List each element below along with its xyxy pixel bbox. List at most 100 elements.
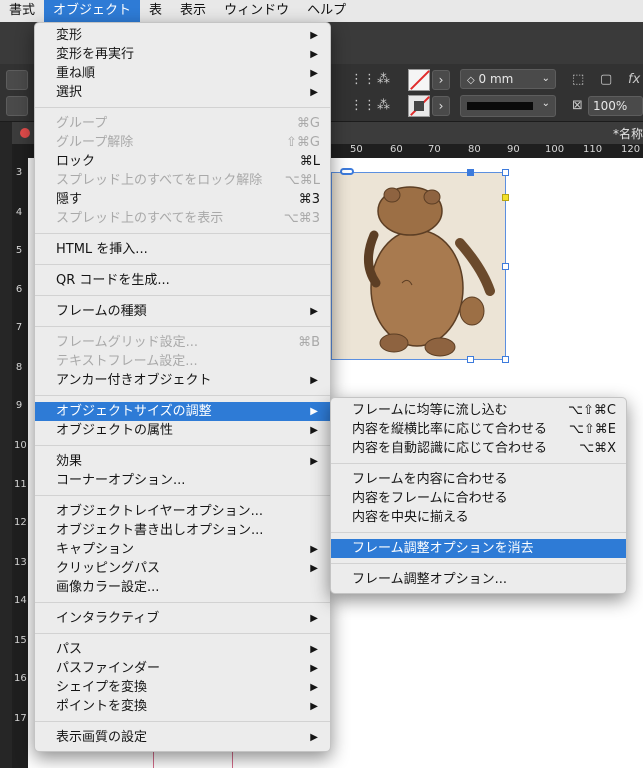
object-menu-item[interactable]: キャプション ▶ bbox=[35, 540, 330, 559]
object-menu-item[interactable]: オブジェクトの属性 ▶ bbox=[35, 421, 330, 440]
stroke-swatch[interactable] bbox=[408, 95, 430, 117]
menu-item-object-fitting[interactable]: オブジェクトサイズの調整 ▶ bbox=[35, 402, 330, 421]
fitting-menu-item[interactable]: 内容をフレームに合わせる bbox=[331, 489, 626, 508]
fill-chevron-icon[interactable]: › bbox=[432, 70, 450, 90]
effects-icon[interactable]: fx bbox=[628, 72, 640, 87]
frame-handle[interactable] bbox=[502, 356, 509, 363]
object-menu-item[interactable]: ロック ⌘L bbox=[35, 152, 330, 171]
fitting-menu-item[interactable]: 内容を縦横比率に応じて合わせる ⌥⇧⌘E bbox=[331, 420, 626, 439]
align-icon[interactable]: ⁂ bbox=[377, 72, 390, 87]
object-menu-item[interactable]: スプレッド上のすべてを表示 ⌥⌘3 bbox=[35, 209, 330, 228]
object-menu-item[interactable]: スプレッド上のすべてをロック解除 ⌥⌘L bbox=[35, 171, 330, 190]
menu-item-label: フレームを内容に合わせる bbox=[352, 472, 508, 487]
object-menu-item[interactable]: QR コードを生成... bbox=[35, 271, 330, 290]
menubar-help[interactable]: ヘルプ bbox=[298, 0, 355, 22]
object-menu-item[interactable]: フレームグリッド設定... ⌘B bbox=[35, 333, 330, 352]
object-menu-item[interactable]: 画像カラー設定... bbox=[35, 578, 330, 597]
bear-illustration bbox=[332, 173, 505, 359]
menubar-object[interactable]: オブジェクト bbox=[44, 0, 141, 22]
menu-item-label: シェイプを変換 bbox=[56, 680, 148, 695]
object-menu-item[interactable]: オブジェクトレイヤーオプション... bbox=[35, 502, 330, 521]
document-title[interactable]: *名称 bbox=[613, 125, 643, 142]
menu-item-label: スプレッド上のすべてをロック解除 bbox=[56, 173, 263, 188]
menu-separator bbox=[35, 395, 330, 396]
frame-handle[interactable] bbox=[502, 169, 509, 176]
object-menu-item[interactable]: 変形を再実行 ▶ bbox=[35, 45, 330, 64]
fitting-menu-item[interactable]: フレームに均等に流し込む ⌥⇧⌘C bbox=[331, 401, 626, 420]
object-menu-item[interactable]: グループ ⌘G bbox=[35, 114, 330, 133]
object-menu-item[interactable]: 重ね順 ▶ bbox=[35, 64, 330, 83]
distribute-vertical-icon[interactable]: ⋮⋮ bbox=[350, 98, 376, 113]
object-menu-item[interactable]: クリッピングパス ▶ bbox=[35, 559, 330, 578]
fill-swatch[interactable] bbox=[408, 69, 430, 91]
object-menu-item[interactable]: テキストフレーム設定... bbox=[35, 352, 330, 371]
menu-separator bbox=[35, 107, 330, 108]
menubar-window[interactable]: ウィンドウ bbox=[215, 0, 298, 22]
menu-item-label: パスファインダー bbox=[56, 661, 161, 676]
menubar-table[interactable]: 表 bbox=[140, 0, 171, 22]
object-menu-item[interactable]: 効果 ▶ bbox=[35, 452, 330, 471]
menubar-format[interactable]: 書式 bbox=[0, 0, 44, 22]
menu-item-label: 効果 bbox=[56, 454, 83, 469]
object-menu-item[interactable]: 表示画質の設定 ▶ bbox=[35, 728, 330, 747]
menu-separator bbox=[35, 495, 330, 496]
opacity-field[interactable]: 100% bbox=[588, 96, 643, 116]
frame-handle[interactable] bbox=[467, 356, 474, 363]
distribute-icon[interactable]: ⋮⋮ bbox=[350, 72, 376, 87]
fitting-menu-item[interactable]: フレームを内容に合わせる bbox=[331, 470, 626, 489]
menu-item-shortcut: ⌘L bbox=[299, 154, 320, 169]
object-menu-item[interactable]: フレームの種類 ▶ bbox=[35, 302, 330, 321]
dropdown-chevron-icon: ⌄ bbox=[541, 73, 550, 84]
align-vertical-icon[interactable]: ⁂ bbox=[377, 98, 390, 113]
frame-fitting-icon[interactable]: ⬚ bbox=[572, 72, 584, 87]
object-menu-item[interactable]: オブジェクト書き出しオプション... bbox=[35, 521, 330, 540]
vertical-ruler[interactable]: 3 4 5 6 7 8 9 10 11 12 13 14 15 16 17 bbox=[12, 158, 28, 768]
ruler-label: 110 bbox=[583, 144, 603, 155]
ruler-label: 5 bbox=[15, 245, 23, 256]
stroke-weight-field[interactable]: ◇ 0 mm ⌄ bbox=[460, 69, 556, 89]
menu-item-shortcut: ⌥⇧⌘C bbox=[568, 403, 616, 418]
object-menu-item[interactable]: ポイントを変換 ▶ bbox=[35, 697, 330, 716]
link-icon[interactable] bbox=[340, 168, 354, 175]
object-menu-item[interactable]: 選択 ▶ bbox=[35, 83, 330, 102]
menu-item-label: 内容を自動認識に応じて合わせる bbox=[352, 441, 548, 456]
reference-point-stepper-2[interactable] bbox=[6, 96, 28, 116]
menu-item-label: コーナーオプション... bbox=[56, 473, 186, 488]
menu-item-clear-frame-fitting[interactable]: フレーム調整オプションを消去 bbox=[331, 539, 626, 558]
fitting-menu-item[interactable]: フレーム調整オプション... bbox=[331, 570, 626, 589]
fitting-menu-item[interactable]: 内容を自動認識に応じて合わせる ⌥⌘X bbox=[331, 439, 626, 458]
close-tab-icon[interactable] bbox=[20, 128, 30, 138]
menubar-view[interactable]: 表示 bbox=[171, 0, 215, 22]
ruler-label: 11 bbox=[14, 479, 27, 490]
menu-item-label: 内容を縦横比率に応じて合わせる bbox=[352, 422, 548, 437]
object-menu-item[interactable]: 隠す ⌘3 bbox=[35, 190, 330, 209]
object-menu-item[interactable]: パス ▶ bbox=[35, 640, 330, 659]
ruler-label: 70 bbox=[428, 144, 441, 155]
image-frame[interactable] bbox=[331, 172, 506, 360]
object-menu-item[interactable]: HTML を挿入... bbox=[35, 240, 330, 259]
object-menu-item[interactable]: コーナーオプション... bbox=[35, 471, 330, 490]
fitting-menu-item[interactable]: 内容を中央に揃える bbox=[331, 508, 626, 527]
menu-item-label: フレームに均等に流し込む bbox=[352, 403, 508, 418]
menu-item-label: クリッピングパス bbox=[56, 561, 161, 576]
object-menu-item[interactable]: シェイプを変換 ▶ bbox=[35, 678, 330, 697]
object-menu-item[interactable]: インタラクティブ ▶ bbox=[35, 609, 330, 628]
object-menu-item[interactable]: 変形 ▶ bbox=[35, 26, 330, 45]
frame-handle[interactable] bbox=[467, 169, 474, 176]
reference-point-stepper[interactable] bbox=[6, 70, 28, 90]
menu-item-label: スプレッド上のすべてを表示 bbox=[56, 211, 224, 226]
menu-item-label: 内容をフレームに合わせる bbox=[352, 491, 508, 506]
menu-item-shortcut: ⌥⌘3 bbox=[283, 211, 320, 226]
frame-handle[interactable] bbox=[502, 263, 509, 270]
ruler-label: 120 bbox=[621, 144, 641, 155]
corner-options-handle[interactable] bbox=[502, 194, 509, 201]
menu-separator bbox=[331, 463, 626, 464]
menu-separator bbox=[35, 233, 330, 234]
object-menu-item[interactable]: アンカー付きオブジェクト ▶ bbox=[35, 371, 330, 390]
stroke-chevron-icon[interactable]: › bbox=[432, 96, 450, 116]
drop-shadow-icon[interactable]: ▢ bbox=[600, 72, 612, 87]
object-menu-item[interactable]: パスファインダー ▶ bbox=[35, 659, 330, 678]
object-menu-item[interactable]: グループ解除 ⇧⌘G bbox=[35, 133, 330, 152]
menu-separator bbox=[35, 326, 330, 327]
stroke-type-select[interactable]: ⌄ bbox=[460, 95, 556, 117]
